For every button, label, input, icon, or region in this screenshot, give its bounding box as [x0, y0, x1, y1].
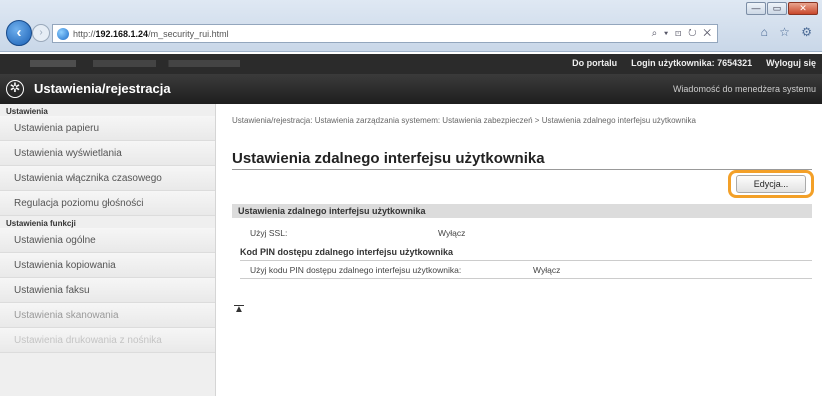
sidebar-item-fax[interactable]: Ustawienia faksu	[0, 278, 215, 303]
back-arrow-icon[interactable]: ‹	[6, 20, 32, 46]
forward-arrow-icon[interactable]: ›	[32, 24, 50, 42]
back-to-top-icon[interactable]: ▲	[234, 305, 244, 315]
portal-link[interactable]: Do portalu	[572, 58, 617, 68]
address-tools[interactable]: ⌕ ▾ ⊡ ↻ ✕	[652, 28, 717, 39]
breadcrumb: Ustawienia/rejestracja: Ustawienia zarzą…	[232, 116, 696, 125]
sidebar-item-general[interactable]: Ustawienia ogólne	[0, 228, 215, 253]
app-title: Ustawienia/rejestracja	[34, 81, 171, 96]
admin-message-link[interactable]: Wiadomość do menedżera systemu	[673, 84, 816, 94]
close-window-button[interactable]: ✕	[788, 2, 818, 15]
sidebar-section-settings: Ustawienia	[6, 107, 48, 116]
pin-value: Wyłącz	[533, 265, 561, 275]
sidebar-item-media-print[interactable]: Ustawienia drukowania z nośnika	[0, 328, 215, 353]
url-text: http://192.168.1.24/m_security_rui.html	[73, 28, 229, 39]
ssl-label: Użyj SSL:	[250, 228, 288, 238]
sidebar-item-scan[interactable]: Ustawienia skanowania	[0, 303, 215, 328]
pin-label: Użyj kodu PIN dostępu zdalnego interfejs…	[250, 265, 462, 275]
sidebar-item-paper[interactable]: Ustawienia papieru	[0, 116, 215, 141]
sidebar-section-functions: Ustawienia funkcji	[6, 219, 76, 228]
maximize-button[interactable]: ▭	[767, 2, 787, 15]
pin-heading: Kod PIN dostępu zdalnego interfejsu użyt…	[240, 247, 454, 257]
browser-toolbar-icons[interactable]: ⌂ ☆ ⚙	[761, 25, 816, 39]
edit-button[interactable]: Edycja...	[736, 175, 806, 193]
ssl-value: Wyłącz	[438, 228, 466, 238]
login-info: Login użytkownika: 7654321	[631, 58, 753, 68]
device-name-redacted	[30, 60, 240, 67]
address-bar[interactable]: http://192.168.1.24/m_security_rui.html …	[52, 24, 718, 43]
app-title-bar: ✲ Ustawienia/rejestracja Wiadomość do me…	[0, 74, 822, 104]
section-header: Ustawienia zdalnego interfejsu użytkowni…	[232, 204, 812, 218]
minimize-button[interactable]: —	[746, 2, 766, 15]
title-divider	[232, 169, 812, 170]
sidebar: Ustawienia Ustawienia papieru Ustawienia…	[0, 104, 216, 396]
sidebar-item-display[interactable]: Ustawienia wyświetlania	[0, 141, 215, 166]
settings-gear-icon: ✲	[6, 80, 24, 98]
window-controls: — ▭ ✕	[746, 2, 818, 15]
sidebar-item-volume[interactable]: Regulacja poziomu głośności	[0, 191, 215, 216]
browser-chrome: — ▭ ✕ ‹ › http://192.168.1.24/m_security…	[0, 0, 822, 52]
pin-divider	[240, 260, 812, 261]
main-content: Ustawienia/rejestracja: Ustawienia zarzą…	[216, 104, 822, 396]
page-globe-icon	[57, 27, 69, 40]
login-value: 7654321	[717, 58, 753, 68]
sidebar-item-timer[interactable]: Ustawienia włącznika czasowego	[0, 166, 215, 191]
bottom-divider	[240, 278, 812, 279]
sidebar-item-copy[interactable]: Ustawienia kopiowania	[0, 253, 215, 278]
logout-link[interactable]: Wyloguj się	[766, 58, 816, 68]
app-top-bar: Do portalu Login użytkownika: 7654321 Wy…	[0, 54, 822, 74]
page-title: Ustawienia zdalnego interfejsu użytkowni…	[232, 150, 545, 167]
